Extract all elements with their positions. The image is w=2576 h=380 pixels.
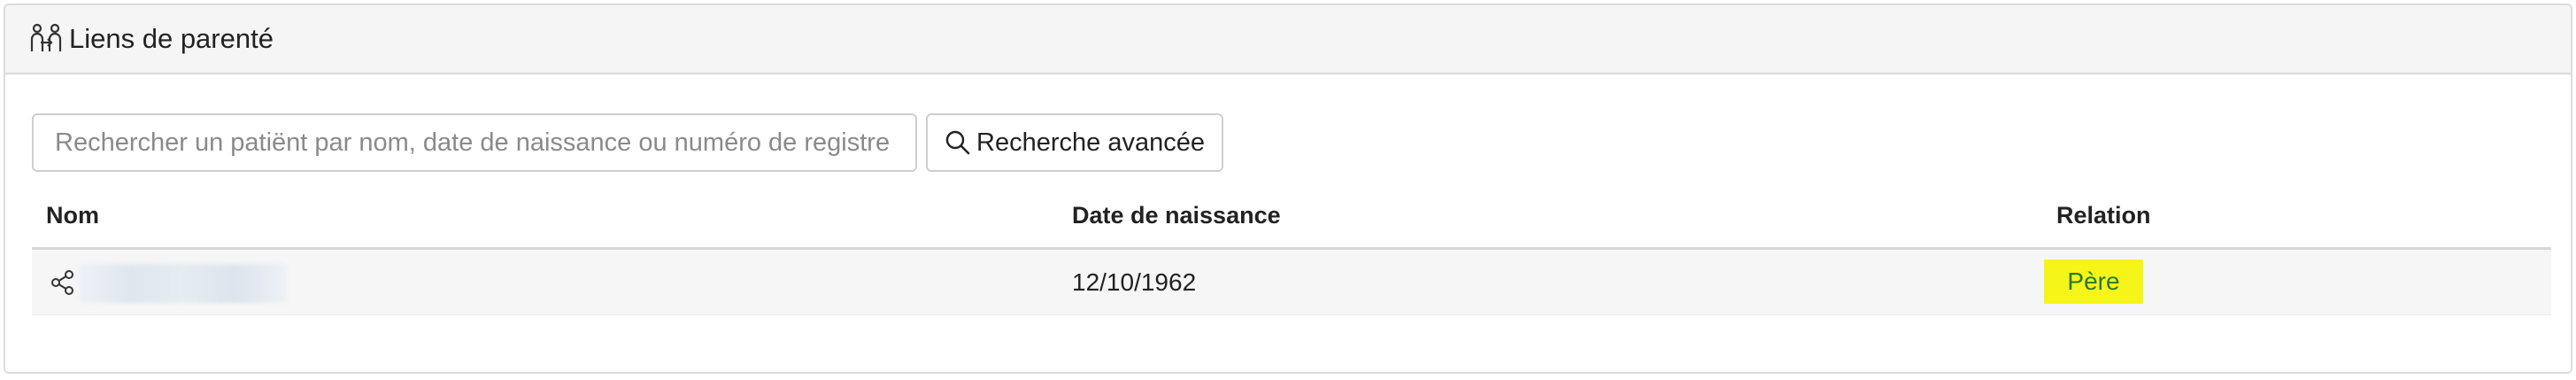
family-links-table: Nom Date de naissance Relation 12/10/196… — [32, 182, 2551, 315]
share-icon[interactable] — [50, 269, 76, 296]
table-header: Nom Date de naissance Relation — [32, 182, 2551, 250]
advanced-search-button[interactable]: Recherche avancée — [926, 113, 1223, 172]
advanced-search-label: Recherche avancée — [976, 128, 1205, 157]
column-header-relation[interactable]: Relation — [2056, 202, 2151, 229]
search-row: Recherche avancée — [32, 113, 1223, 172]
table-row[interactable]: 12/10/1962 Père — [32, 250, 2551, 315]
patient-name-redacted[interactable] — [78, 264, 287, 303]
panel-title: Liens de parenté — [69, 23, 274, 54]
relation-cell: Père — [2044, 260, 2143, 304]
search-icon — [945, 128, 973, 157]
family-link-icon — [28, 21, 64, 57]
patient-search-input[interactable] — [32, 113, 917, 172]
family-links-panel: Liens de parenté Recherche avancée Nom D… — [4, 4, 2572, 374]
birthdate-cell: 12/10/1962 — [1072, 268, 1197, 296]
column-header-name[interactable]: Nom — [46, 202, 99, 229]
panel-header: Liens de parenté — [5, 5, 2571, 74]
column-header-birthdate[interactable]: Date de naissance — [1072, 202, 1281, 229]
